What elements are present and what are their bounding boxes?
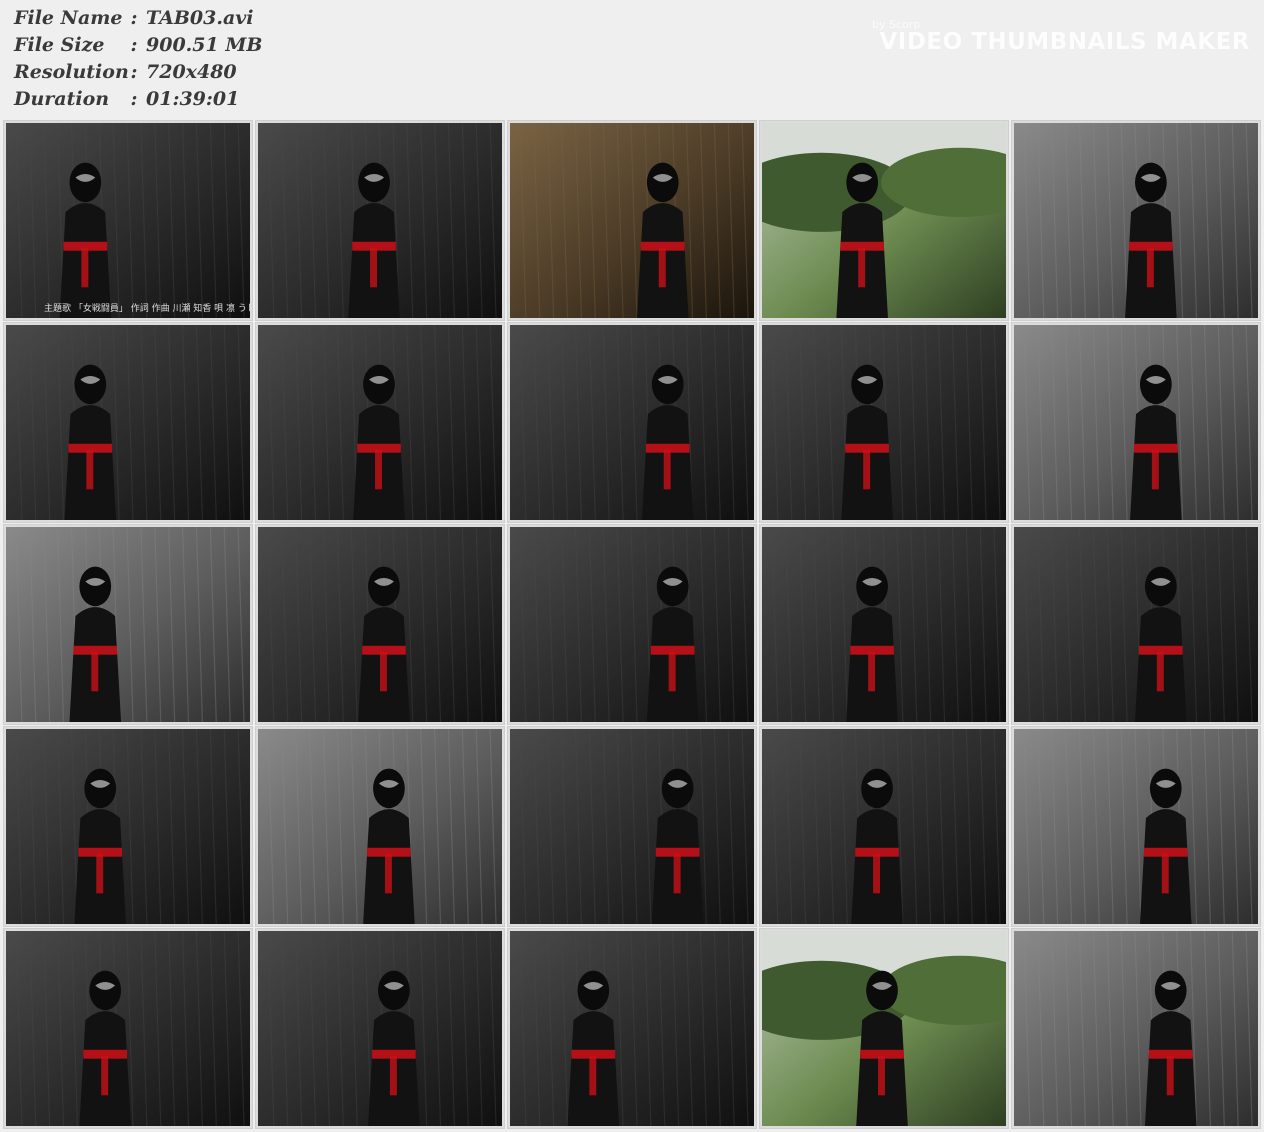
thumbnail-22[interactable] (255, 928, 505, 1129)
thumbnail-4[interactable] (759, 120, 1009, 321)
watermark: by Scorp VIDEO THUMBNAILS MAKER (850, 18, 1250, 55)
thumbnail-13[interactable] (507, 524, 757, 725)
thumbnail-19[interactable] (759, 726, 1009, 927)
thumbnail-image (1014, 527, 1258, 722)
thumbnail-12[interactable] (255, 524, 505, 725)
thumbnail-16[interactable] (3, 726, 253, 927)
thumbnail-image (510, 527, 754, 722)
thumbnail-grid: 主題歌 「女戦闘員」 作詞 作曲 川瀬 知香 唄 凛 うし子 (3, 120, 1261, 1129)
thumbnail-5[interactable] (1011, 120, 1261, 321)
thumbnail-2[interactable] (255, 120, 505, 321)
thumbnail-image (510, 931, 754, 1126)
resolution-value: 720x480 (146, 61, 237, 83)
thumbnail-image (6, 931, 250, 1126)
thumbnail-18[interactable] (507, 726, 757, 927)
thumbnail-11[interactable] (3, 524, 253, 725)
thumbnail-25[interactable] (1011, 928, 1261, 1129)
thumbnail-10[interactable] (1011, 322, 1261, 523)
thumbnail-1[interactable]: 主題歌 「女戦闘員」 作詞 作曲 川瀬 知香 唄 凛 うし子 (3, 120, 253, 321)
thumbnail-6[interactable] (3, 322, 253, 523)
thumbnail-image (258, 931, 502, 1126)
thumbnail-17[interactable] (255, 726, 505, 927)
thumbnail-image (1014, 931, 1258, 1126)
thumbnail-image (258, 729, 502, 924)
thumbnail-image (762, 527, 1006, 722)
file-name-value: TAB03.avi (146, 7, 254, 29)
thumbnail-14[interactable] (759, 524, 1009, 725)
separator: : (130, 7, 138, 29)
thumbnail-image (6, 527, 250, 722)
thumbnail-image (762, 123, 1006, 318)
thumbnail-8[interactable] (507, 322, 757, 523)
file-name-row: File Name: TAB03.avi (14, 7, 254, 33)
duration-value: 01:39:01 (146, 88, 240, 110)
thumbnail-image (1014, 325, 1258, 520)
thumbnail-image (258, 527, 502, 722)
thumbnail-23[interactable] (507, 928, 757, 1129)
thumbnail-7[interactable] (255, 322, 505, 523)
file-size-value: 900.51 MB (146, 34, 263, 56)
duration-row: Duration:01:39:01 (14, 88, 239, 114)
thumbnail-15[interactable] (1011, 524, 1261, 725)
thumbnail-image (258, 325, 502, 520)
thumbnail-image (762, 931, 1006, 1126)
watermark-title: VIDEO THUMBNAILS MAKER (879, 29, 1250, 55)
file-size-label: File Size (14, 34, 105, 56)
file-name-label: File Name (14, 7, 123, 29)
resolution-row: Resolution: 720x480 (14, 61, 237, 87)
thumbnail-image (6, 729, 250, 924)
duration-label: Duration (14, 88, 110, 110)
file-info-header: File Name: TAB03.avi File Size:900.51 MB … (0, 0, 1264, 120)
thumbnail-image (258, 123, 502, 318)
separator: : (130, 61, 138, 83)
separator: : (130, 34, 138, 56)
thumbnail-image (510, 729, 754, 924)
thumbnail-image (510, 325, 754, 520)
thumbnail-21[interactable] (3, 928, 253, 1129)
thumbnail-image (762, 325, 1006, 520)
file-size-row: File Size:900.51 MB (14, 34, 262, 60)
thumbnail-3[interactable] (507, 120, 757, 321)
thumbnail-image (762, 729, 1006, 924)
thumbnail-image (510, 123, 754, 318)
thumbnail-image (6, 325, 250, 520)
thumbnail-9[interactable] (759, 322, 1009, 523)
thumbnail-24[interactable] (759, 928, 1009, 1129)
thumbnail-image (6, 123, 250, 318)
separator: : (130, 88, 138, 110)
thumbnail-20[interactable] (1011, 726, 1261, 927)
thumbnail-caption: 主題歌 「女戦闘員」 作詞 作曲 川瀬 知香 唄 凛 うし子 (44, 304, 253, 314)
thumbnail-image (1014, 729, 1258, 924)
resolution-label: Resolution (14, 61, 129, 83)
thumbnail-image (1014, 123, 1258, 318)
